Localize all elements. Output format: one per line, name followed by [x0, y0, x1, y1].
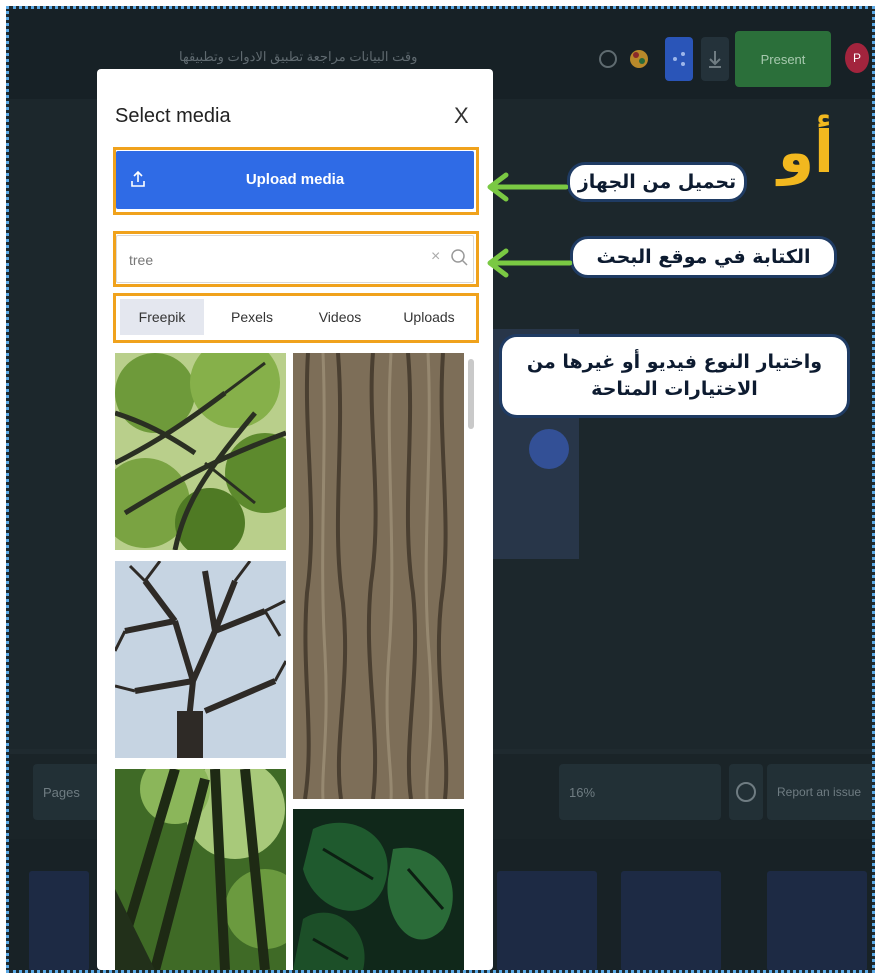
tab-label: Videos [318, 309, 362, 325]
comment-icon[interactable] [594, 37, 622, 81]
tabs-callout: واختيار النوع فيديو أو غيرها من الاختيار… [499, 334, 850, 418]
tab-label: Freepik [138, 309, 186, 325]
present-button-label: Present [760, 51, 806, 67]
media-search-box: × [116, 235, 474, 283]
clear-search-icon[interactable]: × [431, 248, 440, 266]
help-icon [736, 782, 756, 802]
or-label: أو [778, 118, 834, 186]
slide-graphic [529, 429, 569, 469]
upload-callout: تحميل من الجهاز [567, 162, 747, 202]
slide-thumbnail[interactable] [29, 871, 89, 970]
media-result-image[interactable] [115, 769, 286, 970]
slide-thumbnail[interactable] [497, 871, 597, 970]
slide-thumbnail[interactable] [621, 871, 721, 970]
zoom-control[interactable]: 16% [559, 764, 721, 820]
close-icon[interactable]: X [454, 103, 469, 129]
media-source-tabs: Freepik Pexels Videos Uploads [116, 296, 474, 338]
gallery-scroll-thumb[interactable] [468, 359, 474, 429]
tab-pexels[interactable]: Pexels [212, 299, 292, 335]
avatar[interactable]: P [845, 43, 869, 73]
modal-title: Select media [115, 105, 231, 127]
share-icon[interactable] [665, 37, 693, 81]
tab-label: Uploads [403, 309, 455, 325]
media-result-image[interactable] [115, 561, 286, 758]
media-search-input[interactable] [127, 248, 411, 272]
avatar-initial: P [852, 51, 861, 65]
report-issue-label: Report an issue [777, 785, 862, 799]
present-button[interactable]: Present [735, 31, 831, 87]
download-icon[interactable] [701, 37, 729, 81]
pages-label: Pages [43, 784, 80, 800]
pages-button[interactable]: Pages [33, 764, 103, 820]
search-icon[interactable] [450, 248, 470, 268]
media-result-image[interactable] [293, 809, 464, 970]
upload-media-label: Upload media [245, 171, 345, 188]
select-media-modal: Select media X Upload media × Freepik Pe… [97, 69, 493, 970]
document-title: وقت البيانات مراجعة تطبيق الادوات وتطبيق… [179, 49, 418, 64]
search-callout: الكتابة في موقع البحث [570, 236, 837, 278]
media-result-image[interactable] [293, 353, 464, 799]
search-arrow-icon [487, 248, 572, 278]
upload-media-button[interactable]: Upload media [116, 151, 474, 209]
help-button[interactable] [729, 764, 763, 820]
color-palette-icon[interactable] [625, 37, 653, 81]
tab-freepik[interactable]: Freepik [120, 299, 204, 335]
gallery-scrollbar[interactable] [468, 355, 474, 965]
zoom-label: 16% [569, 784, 596, 800]
media-result-image[interactable] [115, 353, 286, 550]
media-results-grid [115, 353, 467, 970]
tab-uploads[interactable]: Uploads [388, 299, 470, 335]
tab-label: Pexels [230, 309, 274, 325]
slide-thumbnail[interactable] [767, 871, 867, 970]
tab-videos[interactable]: Videos [300, 299, 380, 335]
upload-arrow-icon [487, 172, 568, 202]
report-issue-button[interactable]: Report an issue [767, 764, 872, 820]
